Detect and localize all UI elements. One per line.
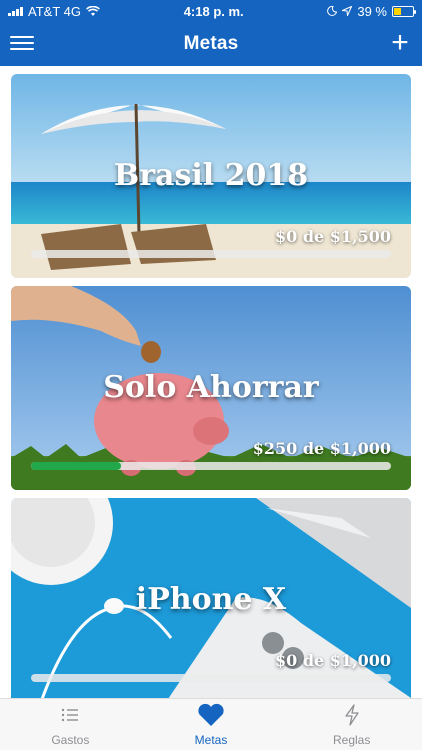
add-goal-button[interactable]: + [388, 28, 412, 58]
goal-progress-bar [31, 250, 391, 258]
carrier-label: AT&T 4G [28, 3, 81, 19]
do-not-disturb-icon [327, 6, 338, 16]
goal-amount: $0 de $1,500 [274, 227, 391, 246]
goal-card[interactable]: Brasil 2018 $0 de $1,500 [11, 74, 411, 278]
tab-gastos[interactable]: Gastos [0, 699, 141, 750]
page-title: Metas [183, 33, 239, 54]
tab-label: Reglas [333, 733, 371, 747]
battery-percent: 39 % [357, 3, 387, 19]
list-icon [61, 701, 79, 729]
battery-icon [392, 5, 416, 17]
status-bar: AT&T 4G 4:18 p. m. 39 % [0, 0, 422, 22]
status-right: 39 % [327, 3, 416, 19]
wifi-icon [86, 5, 100, 16]
status-left: AT&T 4G [8, 4, 100, 19]
goal-amount: $250 de $1,000 [252, 439, 391, 458]
goal-progress-fill [31, 462, 121, 470]
goals-list[interactable]: Brasil 2018 $0 de $1,500 Solo Ahorrar $2… [0, 66, 422, 698]
goal-title: Brasil 2018 [113, 158, 309, 193]
tab-label: Gastos [51, 733, 90, 747]
tab-label: Metas [194, 733, 228, 747]
tab-metas[interactable]: Metas [141, 699, 282, 750]
goal-title: Solo Ahorrar [103, 370, 319, 405]
location-arrow-icon [342, 6, 353, 16]
tab-reglas[interactable]: Reglas [281, 699, 422, 750]
hamburger-menu-icon[interactable] [10, 33, 34, 53]
goal-progress-bar [31, 674, 391, 682]
signal-strength-icon [8, 6, 23, 16]
goal-card[interactable]: Solo Ahorrar $250 de $1,000 [11, 286, 411, 490]
navigation-bar: Metas + [0, 22, 422, 66]
goal-title: iPhone X [135, 582, 287, 617]
tab-bar: Gastos Metas Reglas [0, 698, 422, 750]
clock-time: 4:18 p. m. [183, 3, 244, 19]
battery-level [394, 7, 402, 15]
goal-progress-bar [31, 462, 391, 470]
goal-card[interactable]: iPhone X $0 de $1,000 [11, 498, 411, 698]
lightning-icon [344, 701, 360, 729]
heart-icon [197, 701, 225, 729]
goal-amount: $0 de $1,000 [274, 651, 391, 670]
